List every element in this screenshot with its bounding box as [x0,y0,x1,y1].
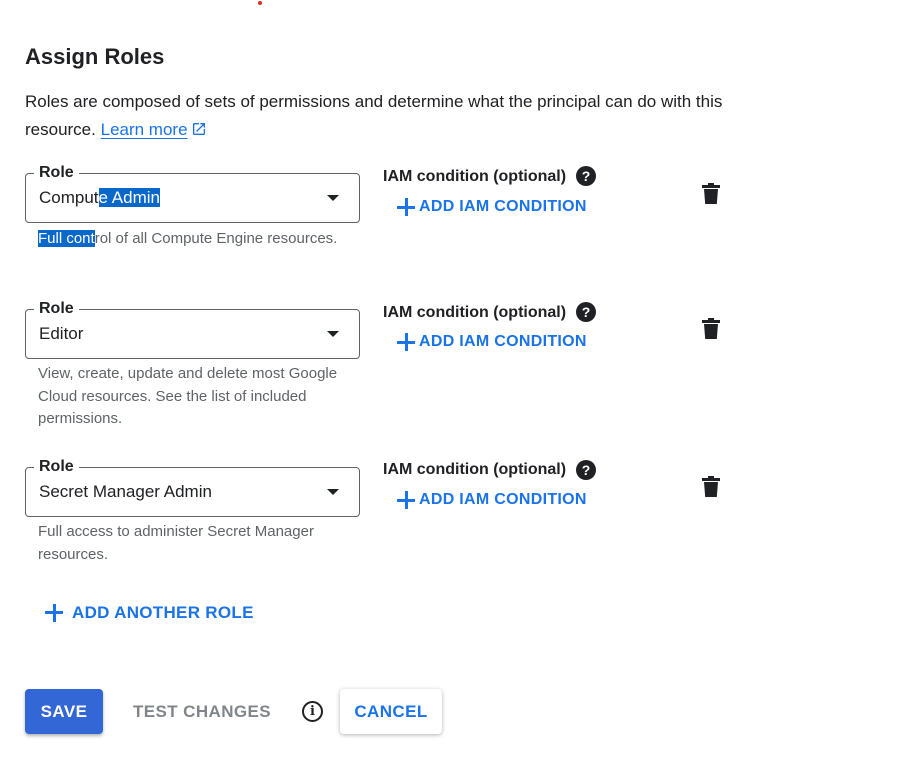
add-iam-condition-label: ADD IAM CONDITION [419,333,587,350]
help-circle-icon[interactable]: ? [576,302,596,322]
add-iam-condition-button[interactable]: ADD IAM CONDITION [397,198,587,216]
caret-down-icon [327,195,339,201]
add-iam-condition-button[interactable]: ADD IAM CONDITION [397,491,587,509]
role-select-3[interactable]: Role Secret Manager Admin [25,458,360,517]
page-description: Roles are composed of sets of permission… [25,88,725,144]
help-circle-icon[interactable]: ? [576,460,596,480]
role-help-text: View, create, update and delete most Goo… [38,365,338,427]
page-title: Assign Roles [25,44,165,69]
info-icon[interactable]: i [302,701,323,722]
role-select-1[interactable]: Role Compute Admin [25,164,360,223]
learn-more-label: Learn more [100,120,188,139]
status-dot [258,1,262,5]
add-iam-condition-label: ADD IAM CONDITION [419,491,587,508]
role-value: Editor [39,324,84,343]
caret-down-icon [327,331,339,337]
caret-down-icon [327,489,339,495]
add-iam-condition-label: ADD IAM CONDITION [419,198,587,215]
role-help-text: Full control of all Compute Engine resou… [38,228,338,251]
add-iam-condition-button[interactable]: ADD IAM CONDITION [397,333,587,351]
plus-icon [397,198,415,216]
cancel-button[interactable]: CANCEL [340,689,442,734]
trash-icon[interactable] [702,476,720,498]
iam-condition-label: IAM condition (optional) [383,168,567,185]
trash-icon[interactable] [702,318,720,340]
role-help-rest-text: rol of all Compute Engine resources. [94,230,338,247]
role-help-text: Full access to administer Secret Manager… [38,523,314,563]
plus-icon [45,603,64,623]
role-label: Role [34,458,79,476]
test-changes-button[interactable]: TEST CHANGES [121,689,283,734]
role-label: Role [34,300,79,318]
add-another-role-button[interactable]: ADD ANOTHER ROLE [45,603,254,623]
role-label: Role [34,164,79,182]
plus-icon [397,333,415,351]
role-value-text: Comput [39,188,99,207]
open-in-new-icon[interactable] [191,121,207,137]
trash-icon[interactable] [702,183,720,205]
add-another-role-label: ADD ANOTHER ROLE [72,603,254,622]
role-select-2[interactable]: Role Editor [25,300,360,359]
role-value-selected-text: e Admin [98,188,160,207]
help-circle-icon[interactable]: ? [576,166,596,186]
learn-more-link[interactable]: Learn more [101,120,188,139]
iam-condition-label: IAM condition (optional) [383,304,567,321]
role-help-selected-text: Full cont [38,230,95,247]
plus-icon [397,491,415,509]
role-value: Secret Manager Admin [39,482,212,501]
role-value: Compute Admin [39,188,160,208]
iam-condition-label: IAM condition (optional) [383,461,567,478]
save-button[interactable]: SAVE [25,689,103,734]
